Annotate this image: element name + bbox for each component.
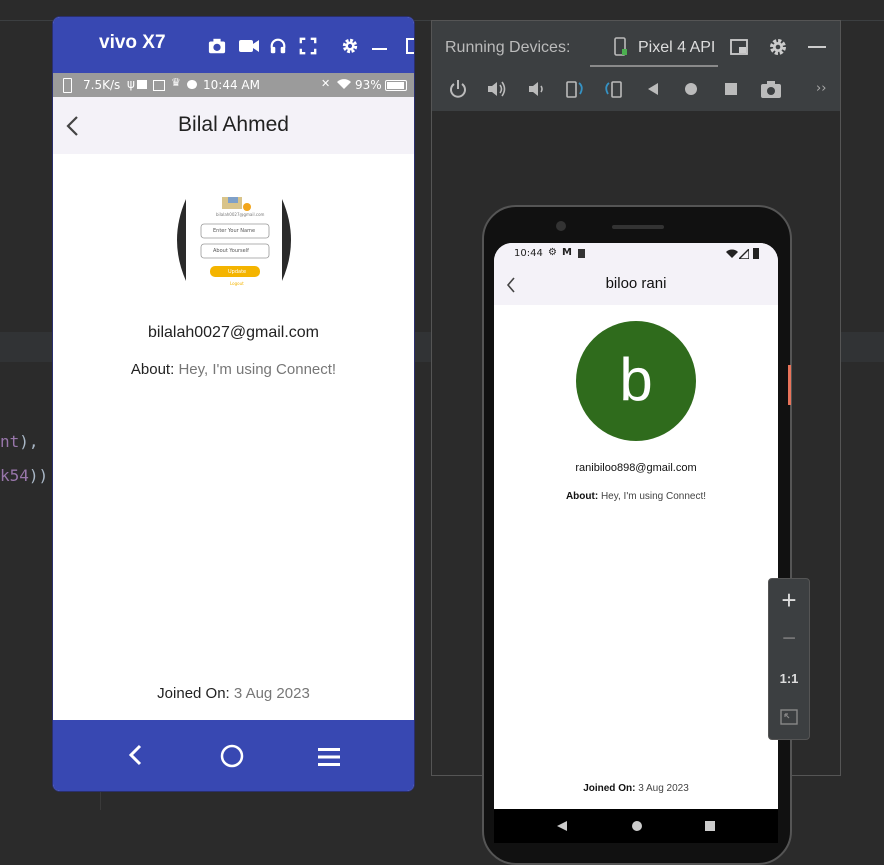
usb-icon: ψ xyxy=(127,77,135,91)
settings-gear-icon[interactable] xyxy=(768,37,788,57)
signal-icon xyxy=(739,249,749,259)
pixel-battery-icon xyxy=(753,248,759,259)
settings-small-icon: ⚙ xyxy=(548,247,557,258)
layout-icon[interactable] xyxy=(730,39,748,55)
more-chevron-icon[interactable]: ›› xyxy=(816,81,826,96)
tab-pixel-4-api[interactable]: Pixel 4 API xyxy=(638,39,715,57)
notification-icon xyxy=(153,80,165,91)
code-line-2: k54)) xyxy=(0,466,48,485)
rotate-left-icon[interactable] xyxy=(564,78,586,100)
thumb-email: bilalah0027@gmail.com xyxy=(216,212,265,217)
thumb-about-field: About Yourself xyxy=(213,248,249,254)
camera-icon[interactable] xyxy=(208,37,226,55)
about-value: Hey, I'm using Connect! xyxy=(178,361,337,378)
minimize-button[interactable] xyxy=(372,48,387,50)
nav-home-icon[interactable] xyxy=(220,744,244,768)
vivo-window-title: vivo X7 xyxy=(99,32,166,53)
thumb-logout: Logout xyxy=(230,281,244,286)
thumb-update-button: Update xyxy=(228,269,247,275)
joined-value: 3 Aug 2023 xyxy=(233,685,310,702)
power-button xyxy=(788,365,791,405)
pixel-about-label: About: xyxy=(565,491,601,502)
mute-icon: ✕ xyxy=(321,77,331,90)
pixel-nav-back-icon[interactable] xyxy=(556,820,568,832)
thumb-name-field: Enter Your Name xyxy=(213,228,256,234)
hide-panel-button[interactable] xyxy=(808,46,826,48)
rotate-right-icon[interactable] xyxy=(602,78,624,100)
pixel-screen: 10:44 ⚙ M biloo rani b ranibiloo898@gmai… xyxy=(494,243,778,843)
power-icon[interactable] xyxy=(448,79,468,99)
device-toolbar: ›› xyxy=(432,71,840,111)
profile-about: About: Hey, I'm using Connect! xyxy=(53,361,414,378)
network-speed: 7.5K/s xyxy=(83,78,121,92)
vivo-status-bar: 7.5K/s ψ ♛ 10:44 AM ✕ 93% xyxy=(53,73,414,97)
crown-icon: ♛ xyxy=(171,76,181,89)
pixel-nav-bar xyxy=(494,809,778,843)
pixel-joined-label: Joined On: xyxy=(583,783,639,794)
pixel-app-bar: biloo rani xyxy=(494,265,778,305)
phone-icon xyxy=(63,78,72,93)
headphones-icon[interactable] xyxy=(269,37,287,55)
speaker-grille xyxy=(612,225,664,229)
zoom-controls: + − 1:1 xyxy=(768,578,810,740)
maximize-button[interactable] xyxy=(406,38,414,54)
overview-square-icon[interactable] xyxy=(724,82,738,96)
zoom-fit-icon[interactable] xyxy=(780,709,798,725)
zoom-in-button[interactable]: + xyxy=(769,581,809,619)
vivo-nav-bar xyxy=(53,720,414,791)
battery-icon xyxy=(385,80,407,91)
pixel-profile-name: biloo rani xyxy=(605,275,667,292)
code-token: )) xyxy=(28,466,49,485)
vivo-app-bar: Bilal Ahmed xyxy=(53,97,414,154)
pixel-nav-home-icon[interactable] xyxy=(631,820,643,832)
about-label: About: xyxy=(130,361,179,378)
profile-name: Bilal Ahmed xyxy=(178,113,289,136)
notification-icon xyxy=(137,80,147,89)
home-circle-icon[interactable] xyxy=(684,82,698,96)
video-record-icon[interactable] xyxy=(238,37,260,55)
nav-back-icon[interactable] xyxy=(128,744,144,766)
sd-card-icon xyxy=(578,249,585,258)
fullscreen-icon[interactable] xyxy=(299,37,317,55)
status-time: 10:44 AM xyxy=(203,78,260,92)
wifi-icon xyxy=(337,79,351,89)
code-line-1: nt), xyxy=(0,432,39,451)
pixel-phone-frame: 10:44 ⚙ M biloo rani b ranibiloo898@gmai… xyxy=(482,205,792,865)
pixel-status-bar: 10:44 ⚙ M xyxy=(494,243,778,265)
joined-on: Joined On: 3 Aug 2023 xyxy=(53,685,414,702)
pixel-joined-on: Joined On: 3 Aug 2023 xyxy=(494,783,778,794)
pixel-wifi-icon xyxy=(726,249,738,258)
profile-image[interactable]: bilalah0027@gmail.com Enter Your Name Ab… xyxy=(168,197,300,286)
device-phone-icon xyxy=(614,37,627,56)
battery-percent: 93% xyxy=(355,78,382,92)
code-token: ), xyxy=(19,432,39,451)
back-triangle-icon[interactable] xyxy=(646,81,660,97)
chat-icon xyxy=(187,80,197,89)
pixel-avatar[interactable]: b xyxy=(576,321,696,441)
volume-up-icon[interactable] xyxy=(486,79,508,99)
joined-label: Joined On: xyxy=(157,685,234,702)
pixel-status-time: 10:44 xyxy=(514,248,543,259)
vivo-title-bar: vivo X7 xyxy=(53,17,414,73)
gear-icon[interactable] xyxy=(341,37,359,55)
code-token: nt xyxy=(0,432,20,451)
vivo-mirror-window: vivo X7 7.5K/s ψ ♛ 10:44 AM ✕ 93% Bilal … xyxy=(52,16,415,792)
zoom-out-button[interactable]: − xyxy=(769,620,809,658)
pixel-about-value: Hey, I'm using Connect! xyxy=(600,491,707,502)
volume-down-icon[interactable] xyxy=(527,79,547,99)
pixel-profile-email: ranibiloo898@gmail.com xyxy=(575,462,697,474)
front-camera-icon xyxy=(556,221,566,231)
running-devices-header: Running Devices: Pixel 4 API xyxy=(432,21,840,71)
pixel-profile-about: About: Hey, I'm using Connect! xyxy=(494,491,778,502)
nav-menu-icon[interactable] xyxy=(317,747,341,767)
screenshot-camera-icon[interactable] xyxy=(760,79,782,99)
profile-email: bilalah0027@gmail.com xyxy=(148,324,319,341)
gmail-icon: M xyxy=(562,247,572,258)
tab-underline xyxy=(590,65,718,67)
running-devices-title: Running Devices: xyxy=(445,39,571,56)
pixel-joined-value: 3 Aug 2023 xyxy=(638,783,689,794)
code-token: k54 xyxy=(0,466,29,485)
pixel-nav-overview-icon[interactable] xyxy=(704,820,716,832)
zoom-actual-size-button[interactable]: 1:1 xyxy=(769,660,809,698)
